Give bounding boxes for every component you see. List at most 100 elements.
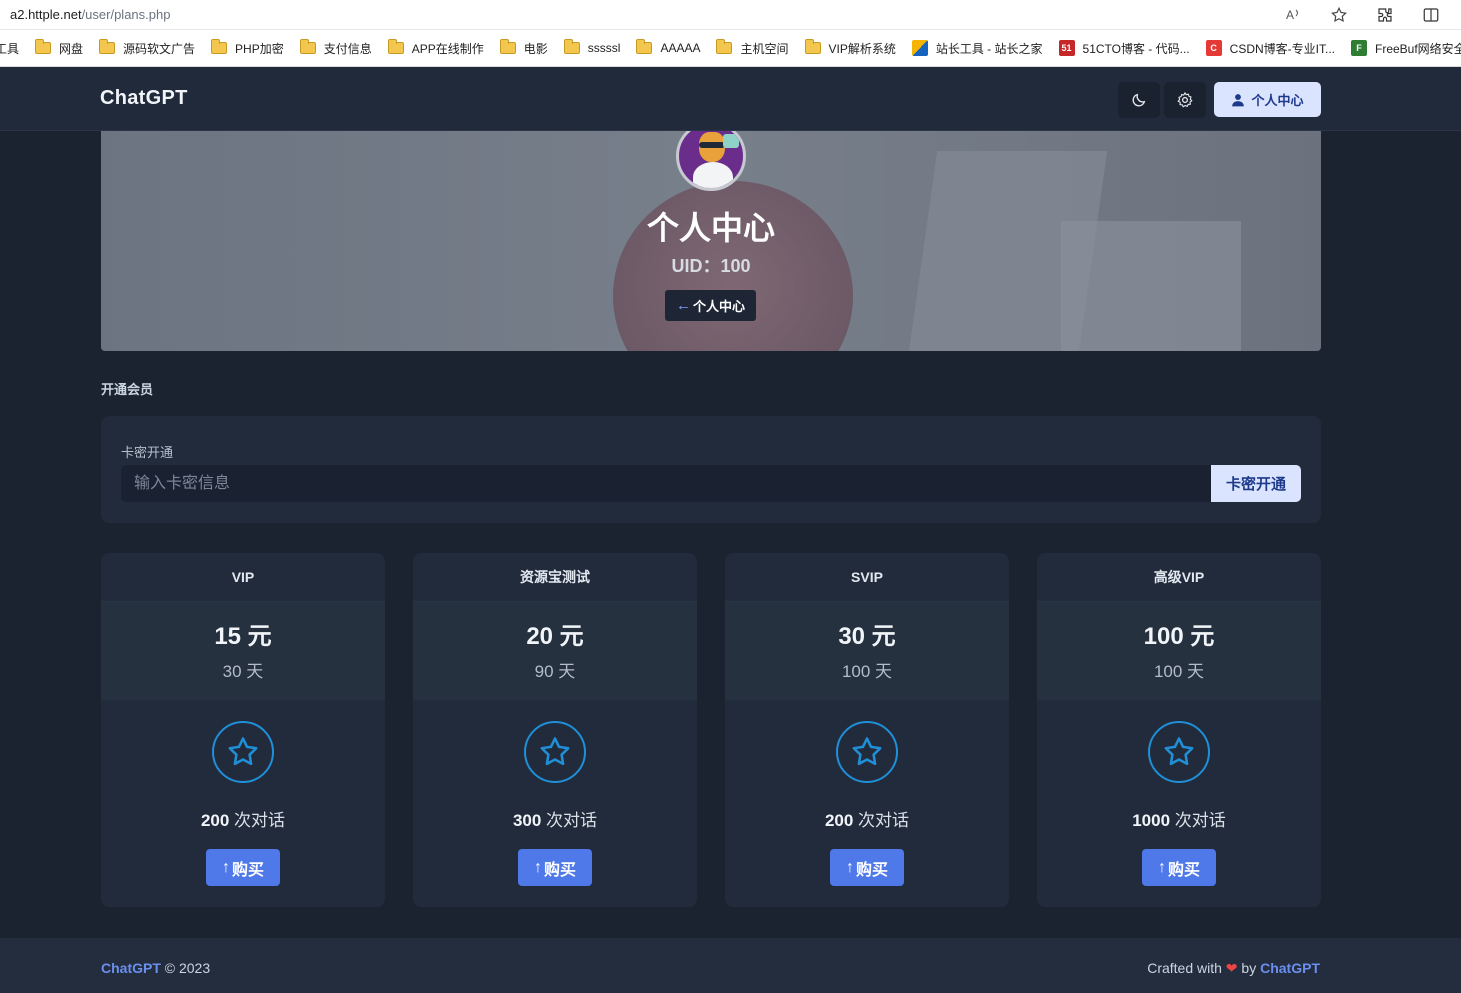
plan-chat-unit: 次对话 bbox=[541, 811, 598, 830]
plan-duration: 100 天 bbox=[841, 662, 893, 681]
plan-duration: 30 天 bbox=[222, 662, 264, 681]
folder-icon bbox=[804, 39, 821, 54]
folder-icon bbox=[387, 39, 404, 54]
user-icon bbox=[1232, 93, 1245, 106]
heart-icon: ❤ bbox=[1225, 960, 1238, 976]
buy-label: 购买 bbox=[1167, 861, 1200, 879]
buy-button[interactable]: ↑ 购买 bbox=[1142, 849, 1216, 886]
folder-icon bbox=[716, 39, 733, 54]
bookmarks-bar: 工具 网盘 源码软文广告 PHP加密 支付信息 APP在线制作 电影 sssss… bbox=[0, 30, 1461, 67]
star-icon bbox=[212, 721, 274, 783]
plan-card: 高级VIP 100 元 100 天 1000 次对话 ↑ 购买 bbox=[1037, 553, 1321, 907]
settings-button[interactable] bbox=[1164, 82, 1206, 118]
buy-button[interactable]: ↑ 购买 bbox=[518, 849, 592, 886]
51cto-icon: 51 bbox=[1058, 40, 1075, 56]
browser-address-bar[interactable]: a2.httple.net/user/plans.php A bbox=[0, 0, 1461, 30]
url-host: a2.httple.net bbox=[10, 7, 82, 22]
arrow-up-icon: ↑ bbox=[845, 858, 854, 876]
dark-mode-toggle[interactable] bbox=[1118, 82, 1160, 118]
footer-brand-link[interactable]: ChatGPT bbox=[101, 960, 161, 976]
footer-author-link[interactable]: ChatGPT bbox=[1260, 960, 1320, 976]
folder-icon bbox=[499, 39, 516, 54]
bookmark-item[interactable]: 站长工具 - 站长之家 bbox=[911, 40, 1043, 57]
bookmark-label: VIP解析系统 bbox=[828, 41, 896, 56]
plan-chat-count: 300 bbox=[512, 811, 542, 830]
folder-icon bbox=[636, 39, 653, 54]
card-key-input[interactable] bbox=[121, 465, 1211, 502]
page-title: 个人中心 bbox=[646, 210, 775, 246]
bookmark-label: 网盘 bbox=[59, 41, 84, 56]
bookmark-item[interactable]: 网盘 bbox=[35, 39, 84, 57]
back-to-user-center-button[interactable]: ← 个人中心 bbox=[665, 290, 756, 321]
bookmark-item[interactable]: 支付信息 bbox=[299, 39, 372, 57]
bookmark-item[interactable]: VIP解析系统 bbox=[804, 39, 896, 57]
plan-card: SVIP 30 元 100 天 200 次对话 ↑ 购买 bbox=[725, 553, 1009, 907]
buy-button[interactable]: ↑ 购买 bbox=[206, 849, 280, 886]
bookmark-label: CSDN博客-专业IT... bbox=[1229, 41, 1335, 56]
avatar-badge bbox=[723, 134, 739, 148]
bookmark-label: 主机空间 bbox=[740, 41, 789, 56]
bookmark-label: 支付信息 bbox=[323, 41, 372, 56]
buy-label: 购买 bbox=[543, 861, 576, 879]
plan-duration: 100 天 bbox=[1153, 662, 1205, 681]
buy-label: 购买 bbox=[855, 861, 888, 879]
bookmark-label: APP在线制作 bbox=[411, 41, 484, 56]
brand-logo[interactable]: ChatGPT bbox=[100, 87, 188, 110]
favorite-star-icon[interactable] bbox=[1329, 5, 1349, 25]
bookmark-item[interactable]: PHP加密 bbox=[211, 39, 284, 57]
split-screen-icon[interactable] bbox=[1421, 5, 1441, 25]
footer-copyright: ChatGPT © 2023 bbox=[101, 960, 210, 976]
arrow-up-icon: ↑ bbox=[1157, 858, 1166, 876]
bookmark-item[interactable]: 工具 bbox=[0, 40, 19, 57]
bookmark-item[interactable]: 源码软文广告 bbox=[99, 39, 195, 57]
plan-price: 30 元 bbox=[838, 623, 896, 650]
bookmark-label: sssssl bbox=[587, 41, 621, 55]
url-path: /user/plans.php bbox=[81, 7, 171, 22]
plan-chat-count: 200 bbox=[200, 811, 230, 830]
bookmark-item[interactable]: sssssl bbox=[563, 39, 621, 55]
plan-price: 15 元 bbox=[214, 623, 272, 650]
bookmark-item[interactable]: C CSDN博客-专业IT... bbox=[1205, 40, 1335, 57]
plans-grid: VIP 15 元 30 天 200 次对话 ↑ 购买 资源宝测试 20 元 90 … bbox=[101, 553, 1321, 907]
bookmark-label: 工具 bbox=[0, 41, 20, 56]
csdn-icon: C bbox=[1205, 40, 1222, 56]
bookmark-item[interactable]: 51 51CTO博客 - 代码... bbox=[1058, 40, 1190, 57]
folder-icon bbox=[35, 39, 52, 54]
folder-icon bbox=[299, 39, 316, 54]
extensions-icon[interactable] bbox=[1375, 5, 1395, 25]
read-aloud-icon[interactable]: A bbox=[1283, 5, 1303, 25]
user-center-button[interactable]: 个人中心 bbox=[1214, 82, 1321, 117]
site-navbar: ChatGPT 个人中心 bbox=[0, 67, 1461, 131]
bookmark-label: 站长工具 - 站长之家 bbox=[935, 41, 1043, 56]
star-icon bbox=[1148, 721, 1210, 783]
plan-card: VIP 15 元 30 天 200 次对话 ↑ 购买 bbox=[101, 553, 385, 907]
plan-chat-quota: 1000 次对话 bbox=[1037, 806, 1321, 831]
url-text[interactable]: a2.httple.net/user/plans.php bbox=[10, 7, 170, 22]
plan-duration: 90 天 bbox=[534, 662, 576, 681]
bookmark-item[interactable]: 电影 bbox=[499, 39, 548, 57]
buy-button[interactable]: ↑ 购买 bbox=[830, 849, 904, 886]
star-icon bbox=[836, 721, 898, 783]
footer-by-text: by bbox=[1241, 960, 1257, 976]
bookmark-label: AAAAA bbox=[660, 41, 701, 55]
plan-card: 资源宝测试 20 元 90 天 300 次对话 ↑ 购买 bbox=[413, 553, 697, 907]
bookmark-label: FreeBuf网络安全行... bbox=[1375, 41, 1461, 56]
arrow-up-icon: ↑ bbox=[221, 858, 230, 876]
card-key-submit-button[interactable]: 卡密开通 bbox=[1211, 465, 1301, 502]
avatar-body bbox=[693, 162, 733, 188]
plan-chat-count: 200 bbox=[824, 811, 854, 830]
plan-price: 100 元 bbox=[1143, 623, 1215, 650]
footer-copyright-text: © 2023 bbox=[164, 960, 211, 976]
bookmark-label: PHP加密 bbox=[235, 41, 284, 56]
plan-price-block: 30 元 100 天 bbox=[725, 602, 1009, 700]
chinaz-icon bbox=[911, 40, 928, 56]
plan-chat-unit: 次对话 bbox=[1170, 811, 1226, 830]
plan-price-block: 20 元 90 天 bbox=[413, 602, 697, 700]
bookmark-item[interactable]: AAAAA bbox=[636, 39, 701, 55]
bookmark-item[interactable]: 主机空间 bbox=[716, 39, 789, 57]
bookmark-item[interactable]: F FreeBuf网络安全行... bbox=[1351, 40, 1461, 57]
section-title: 开通会员 bbox=[101, 382, 154, 397]
bookmark-item[interactable]: APP在线制作 bbox=[387, 39, 484, 57]
site-footer: ChatGPT © 2023 Crafted with ❤ by ChatGPT bbox=[0, 938, 1461, 993]
plan-price: 20 元 bbox=[526, 623, 584, 650]
